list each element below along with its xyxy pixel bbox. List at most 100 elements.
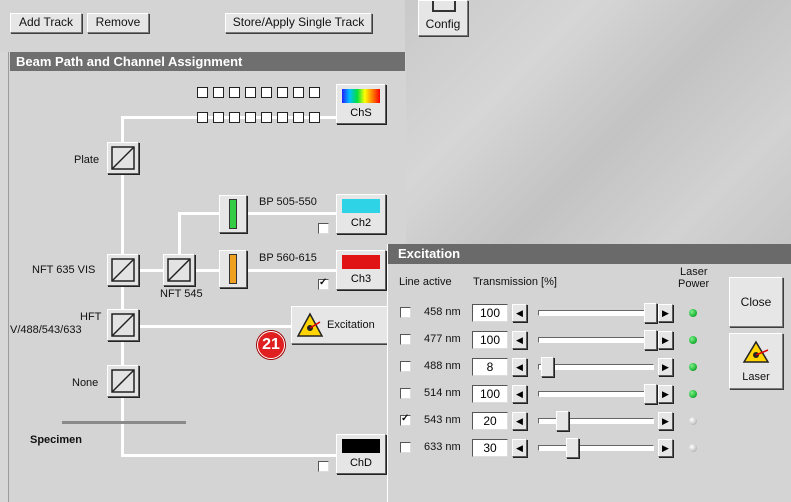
chs-label: ChS — [350, 107, 372, 119]
transmission-slider-thumb[interactable] — [644, 384, 657, 404]
bp560-615-filter-button[interactable] — [219, 250, 247, 288]
plate-label: Plate — [74, 154, 100, 166]
beam-chd-horizontal — [121, 454, 338, 457]
hft-label-line2: V/488/543/633 — [10, 324, 82, 336]
line-active-checkbox[interactable] — [400, 388, 411, 399]
line-active-checkbox[interactable] — [400, 334, 411, 345]
transmission-slider-thumb[interactable] — [644, 303, 657, 323]
store-apply-single-track-button[interactable]: Store/Apply Single Track — [225, 13, 372, 33]
none-mirror-button[interactable] — [107, 365, 139, 397]
transmission-slider-thumb[interactable] — [644, 330, 657, 350]
transmission-slider-track[interactable] — [538, 445, 654, 451]
transmission-slider-track[interactable] — [538, 364, 654, 370]
beam-excitation-horizontal — [121, 325, 291, 328]
transmission-slider-track[interactable] — [538, 391, 654, 397]
excitation-label: Excitation — [327, 319, 375, 331]
beam-ch2-horizontal — [178, 212, 338, 215]
nft635-label: NFT 635 VIS — [32, 264, 96, 276]
laser-line-row: 488 nm 8 ◀ ▶ — [398, 357, 718, 377]
line-active-checkbox[interactable] — [400, 307, 411, 318]
nft545-label: NFT 545 — [160, 288, 203, 300]
config-button[interactable]: Config — [418, 0, 468, 36]
transmission-slider-thumb[interactable] — [566, 438, 579, 458]
ch3-checkbox[interactable] — [318, 277, 329, 290]
channel-ch2-button[interactable]: Ch2 — [336, 194, 386, 234]
increase-arrow-button[interactable]: ▶ — [658, 412, 673, 430]
increase-arrow-button[interactable]: ▶ — [658, 439, 673, 457]
callout-badge: 21 — [257, 331, 285, 359]
laser-power-indicator — [689, 444, 697, 452]
close-button[interactable]: Close — [729, 277, 783, 327]
nft545-mirror-button[interactable] — [163, 254, 195, 286]
decrease-arrow-button[interactable]: ◀ — [512, 358, 527, 376]
chs-bottom-checkboxes[interactable] — [197, 112, 327, 124]
decrease-arrow-button[interactable]: ◀ — [512, 304, 527, 322]
excitation-button[interactable]: Excitation — [291, 306, 389, 344]
increase-arrow-button[interactable]: ▶ — [658, 304, 673, 322]
plate-mirror-button[interactable] — [107, 142, 139, 174]
config-icon — [432, 1, 456, 12]
laser-power-indicator — [689, 417, 697, 425]
transmission-input[interactable]: 100 — [472, 331, 508, 349]
transmission-input[interactable]: 30 — [472, 439, 508, 457]
hft-mirror-button[interactable] — [107, 309, 139, 341]
none-label: None — [72, 377, 99, 389]
laser-label: Laser — [742, 371, 770, 383]
wavelength-label: 477 nm — [424, 333, 461, 345]
transmission-header: Transmission [%] — [473, 276, 557, 288]
transmission-input[interactable]: 20 — [472, 412, 508, 430]
decrease-arrow-button[interactable]: ◀ — [512, 439, 527, 457]
wavelength-label: 543 nm — [424, 414, 461, 426]
channel-chd-button[interactable]: ChD — [336, 434, 386, 474]
line-active-checkbox[interactable] — [400, 442, 411, 453]
laser-line-row: 514 nm 100 ◀ ▶ — [398, 384, 718, 404]
laser-power-header-1: Laser — [680, 266, 708, 278]
ch2-checkbox[interactable] — [318, 223, 329, 234]
laser-line-row: 458 nm 100 ◀ ▶ — [398, 303, 718, 323]
bp560-615-label: BP 560-615 — [259, 252, 317, 264]
decrease-arrow-button[interactable]: ◀ — [512, 385, 527, 403]
transmission-input[interactable]: 100 — [472, 385, 508, 403]
line-active-checkbox[interactable] — [400, 361, 411, 372]
ch2-label: Ch2 — [350, 217, 372, 229]
chs-spectrum-swatch — [342, 89, 380, 103]
ch2-color-swatch — [342, 199, 380, 213]
laser-power-indicator — [689, 390, 697, 398]
hft-label-line1: HFT — [80, 311, 102, 323]
decrease-arrow-button[interactable]: ◀ — [512, 412, 527, 430]
transmission-slider-thumb[interactable] — [556, 411, 569, 431]
wavelength-label: 488 nm — [424, 360, 461, 372]
laser-line-row: 477 nm 100 ◀ ▶ — [398, 330, 718, 350]
transmission-input[interactable]: 8 — [472, 358, 508, 376]
chd-label: ChD — [349, 457, 372, 469]
laser-line-row: 633 nm 30 ◀ ▶ — [398, 438, 718, 458]
decrease-arrow-button[interactable]: ◀ — [512, 331, 527, 349]
remove-button[interactable]: Remove — [87, 13, 149, 33]
wavelength-label: 514 nm — [424, 387, 461, 399]
beam-path-panel-title: Beam Path and Channel Assignment — [10, 52, 405, 71]
chd-checkbox[interactable] — [318, 461, 329, 472]
add-track-button[interactable]: Add Track — [10, 13, 82, 33]
transmission-input[interactable]: 100 — [472, 304, 508, 322]
line-active-header: Line active — [399, 276, 452, 288]
chs-top-squares[interactable] — [197, 87, 327, 99]
laser-line-row: 543 nm 20 ◀ ▶ — [398, 411, 718, 431]
transmission-slider-track[interactable] — [538, 337, 654, 343]
laser-power-indicator — [689, 309, 697, 317]
laser-button[interactable]: Laser — [729, 333, 783, 389]
nft635-mirror-button[interactable] — [107, 254, 139, 286]
transmission-slider-thumb[interactable] — [541, 357, 554, 377]
increase-arrow-button[interactable]: ▶ — [658, 358, 673, 376]
laser-power-indicator — [689, 363, 697, 371]
line-active-checkbox[interactable] — [400, 413, 411, 426]
background-texture-right — [405, 0, 791, 244]
channel-chs-button[interactable]: ChS — [336, 84, 386, 124]
increase-arrow-button[interactable]: ▶ — [658, 331, 673, 349]
transmission-slider-track[interactable] — [538, 310, 654, 316]
laser-power-header-2: Power — [678, 278, 710, 290]
channel-ch3-button[interactable]: Ch3 — [336, 250, 386, 290]
excitation-dialog-title: Excitation — [388, 244, 791, 264]
increase-arrow-button[interactable]: ▶ — [658, 385, 673, 403]
specimen-label: Specimen — [30, 434, 82, 446]
bp505-550-filter-button[interactable] — [219, 195, 247, 233]
